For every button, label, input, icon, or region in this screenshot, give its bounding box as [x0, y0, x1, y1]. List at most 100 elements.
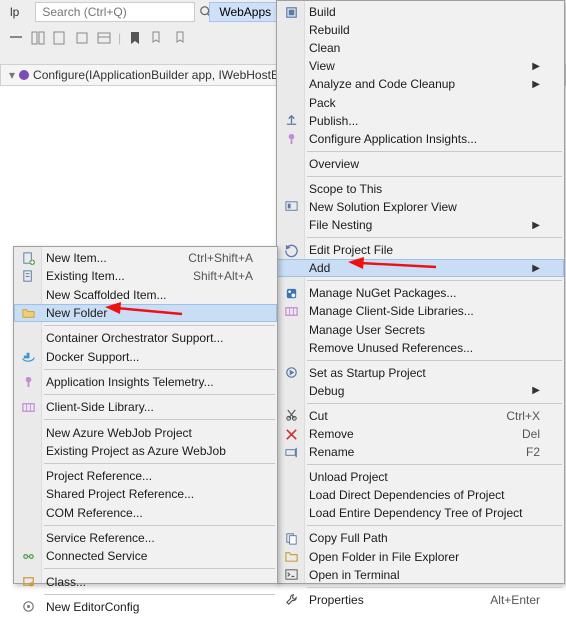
menu-item-shortcut: F2 — [526, 445, 540, 459]
menu-item-label: Manage User Secrets — [309, 323, 540, 337]
main-menu-item-properties[interactable]: PropertiesAlt+Enter — [277, 591, 564, 609]
menu-item-label: Scope to This — [309, 182, 540, 196]
main-menu-item-load-direct-dependencies-of-project[interactable]: Load Direct Dependencies of Project — [277, 486, 564, 504]
bookmark-next-icon[interactable] — [171, 30, 187, 46]
blank — [282, 504, 300, 522]
main-menu-item-remove-unused-references[interactable]: Remove Unused References... — [277, 339, 564, 357]
menu-item-label: New Folder — [46, 306, 253, 320]
add-menu-item-project-reference[interactable]: Project Reference... — [14, 467, 277, 485]
menu-item-label: Analyze and Code Cleanup — [309, 77, 522, 91]
blank — [282, 216, 300, 234]
edit-icon — [282, 241, 300, 259]
submenu-arrow-icon: ▶ — [532, 385, 540, 396]
main-menu-item-load-entire-dependency-tree-of-project[interactable]: Load Entire Dependency Tree of Project — [277, 504, 564, 522]
lib-icon — [282, 302, 300, 320]
menu-item-label: File Nesting — [309, 218, 522, 232]
main-menu-item-remove[interactable]: RemoveDel — [277, 425, 564, 443]
main-menu-item-unload-project[interactable]: Unload Project — [277, 468, 564, 486]
main-menu-item-overview[interactable]: Overview — [277, 155, 564, 173]
add-menu-item-new-editorconfig[interactable]: New EditorConfig — [14, 598, 277, 616]
main-menu-item-manage-client-side-libraries[interactable]: Manage Client-Side Libraries... — [277, 302, 564, 320]
toolbar-icon-2[interactable] — [30, 30, 46, 46]
menu-separator — [44, 594, 275, 595]
main-menu-item-clean[interactable]: Clean — [277, 39, 564, 57]
search-input[interactable] — [40, 4, 199, 20]
main-menu-item-open-in-terminal[interactable]: Open in Terminal — [277, 566, 564, 584]
main-menu-item-manage-nuget-packages[interactable]: Manage NuGet Packages... — [277, 284, 564, 302]
add-menu-item-class[interactable]: Class... — [14, 572, 277, 590]
main-menu-item-open-folder-in-file-explorer[interactable]: Open Folder in File Explorer — [277, 548, 564, 566]
bookmark-icon[interactable] — [127, 30, 143, 46]
main-menu-item-pack[interactable]: Pack — [277, 93, 564, 111]
toolbar-icon-1[interactable] — [8, 30, 24, 46]
toolbar-icon-4[interactable] — [74, 30, 90, 46]
add-menu-item-shared-project-reference[interactable]: Shared Project Reference... — [14, 485, 277, 503]
menu-item-label: Client-Side Library... — [46, 400, 253, 414]
main-menu-item-cut[interactable]: CutCtrl+X — [277, 407, 564, 425]
main-menu-item-publish[interactable]: Publish... — [277, 112, 564, 130]
breadcrumb-text: Configure(IApplicationBuilder app, IWebH… — [33, 68, 286, 82]
build-icon — [282, 3, 300, 21]
blank — [19, 529, 37, 547]
menu-item-label: Manage Client-Side Libraries... — [309, 304, 540, 318]
truncated-tab: lp — [4, 3, 25, 21]
main-menu-item-edit-project-file[interactable]: Edit Project File — [277, 241, 564, 259]
main-menu-item-debug[interactable]: Debug▶ — [277, 382, 564, 400]
menu-item-label: Pack — [309, 96, 540, 110]
docker-icon — [19, 348, 37, 366]
add-menu-item-connected-service[interactable]: Connected Service — [14, 547, 277, 565]
main-menu-item-analyze-and-code-cleanup[interactable]: Analyze and Code Cleanup▶ — [277, 75, 564, 93]
submenu-arrow-icon: ▶ — [532, 61, 540, 72]
menu-item-label: Connected Service — [46, 549, 253, 563]
add-menu-item-new-folder[interactable]: New Folder — [14, 304, 277, 322]
bookmark-prev-icon[interactable] — [149, 30, 165, 46]
main-menu-item-set-as-startup-project[interactable]: Set as Startup Project — [277, 364, 564, 382]
add-menu-item-docker-support[interactable]: Docker Support... — [14, 347, 277, 365]
main-menu-item-copy-full-path[interactable]: Copy Full Path — [277, 529, 564, 547]
toolbar-icon-5[interactable] — [96, 30, 112, 46]
add-menu-item-new-scaffolded-item[interactable]: New Scaffolded Item... — [14, 286, 277, 304]
menu-item-label: Set as Startup Project — [309, 366, 540, 380]
blank — [282, 180, 300, 198]
toolbar-icon-3[interactable] — [52, 30, 68, 46]
add-menu-item-service-reference[interactable]: Service Reference... — [14, 529, 277, 547]
main-menu-item-view[interactable]: View▶ — [277, 57, 564, 75]
add-menu-item-client-side-library[interactable]: Client-Side Library... — [14, 398, 277, 416]
menu-item-label: Application Insights Telemetry... — [46, 375, 253, 389]
menu-item-label: Unload Project — [309, 470, 540, 484]
main-menu-item-scope-to-this[interactable]: Scope to This — [277, 180, 564, 198]
menu-item-shortcut: Shift+Alt+A — [193, 269, 253, 283]
startup-icon — [282, 364, 300, 382]
menu-separator — [307, 403, 562, 404]
main-menu-item-manage-user-secrets[interactable]: Manage User Secrets — [277, 321, 564, 339]
add-menu-item-com-reference[interactable]: COM Reference... — [14, 504, 277, 522]
add-menu-item-new-azure-webjob-project[interactable]: New Azure WebJob Project — [14, 423, 277, 441]
terminal-icon — [282, 566, 300, 584]
blank — [282, 21, 300, 39]
menu-item-label: Remove — [309, 427, 498, 441]
main-menu-item-configure-application-insights[interactable]: Configure Application Insights... — [277, 130, 564, 148]
add-menu-item-existing-project-as-azure-webjob[interactable]: Existing Project as Azure WebJob — [14, 442, 277, 460]
main-menu-item-rebuild[interactable]: Rebuild — [277, 21, 564, 39]
main-menu-item-add[interactable]: Add▶ — [277, 259, 564, 277]
add-menu-item-existing-item[interactable]: Existing Item...Shift+Alt+A — [14, 267, 277, 285]
class-icon — [19, 573, 37, 591]
webapps-label: WebApps — [219, 5, 271, 19]
blank — [19, 329, 37, 347]
main-menu-item-build[interactable]: Build — [277, 3, 564, 21]
add-menu-item-application-insights-telemetry[interactable]: Application Insights Telemetry... — [14, 373, 277, 391]
blank — [282, 155, 300, 173]
publish-icon — [282, 112, 300, 130]
menu-item-label: Container Orchestrator Support... — [46, 331, 253, 345]
main-menu-item-rename[interactable]: RenameF2 — [277, 443, 564, 461]
main-menu-item-file-nesting[interactable]: File Nesting▶ — [277, 216, 564, 234]
menu-item-label: Add — [309, 261, 522, 275]
webapps-button[interactable]: WebApps — [209, 2, 281, 22]
menu-item-label: Load Direct Dependencies of Project — [309, 488, 540, 502]
add-menu-item-container-orchestrator-support[interactable]: Container Orchestrator Support... — [14, 329, 277, 347]
add-menu-item-new-item[interactable]: New Item...Ctrl+Shift+A — [14, 249, 277, 267]
blank — [282, 339, 300, 357]
main-menu-item-new-solution-explorer-view[interactable]: New Solution Explorer View — [277, 198, 564, 216]
search-box[interactable] — [35, 2, 195, 22]
solution-icon — [282, 198, 300, 216]
